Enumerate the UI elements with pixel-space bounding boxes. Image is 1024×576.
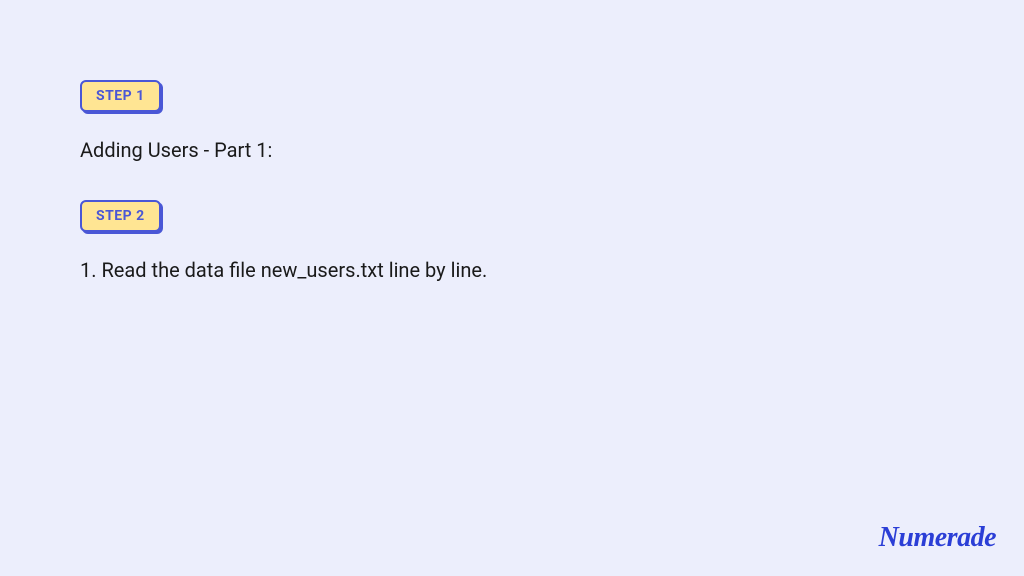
step-2-badge: STEP 2	[80, 200, 161, 232]
content-area: STEP 1 Adding Users - Part 1: STEP 2 1. …	[0, 0, 1024, 284]
step-1-block: STEP 1 Adding Users - Part 1:	[80, 80, 944, 164]
step-2-block: STEP 2 1. Read the data file new_users.t…	[80, 200, 944, 284]
step-1-text: Adding Users - Part 1:	[80, 136, 944, 164]
step-1-badge: STEP 1	[80, 80, 161, 112]
step-2-text: 1. Read the data file new_users.txt line…	[80, 256, 944, 284]
brand-logo: Numerade	[879, 522, 996, 554]
